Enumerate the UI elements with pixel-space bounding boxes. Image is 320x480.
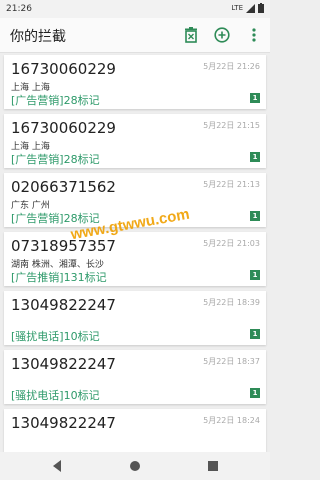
timestamp: 5月22日 21:26 [203, 62, 260, 71]
phone-number: 16730060229 [11, 60, 116, 78]
timestamp: 5月22日 18:24 [203, 416, 260, 425]
count-badge: 1 [250, 388, 260, 398]
timestamp: 5月22日 18:37 [203, 357, 260, 366]
system-nav-bar [0, 452, 270, 480]
mark-tag: [骚扰电话]10标记 [11, 330, 100, 343]
phone-number: 13049822247 [11, 414, 116, 432]
back-icon[interactable] [50, 459, 64, 473]
list-item[interactable]: 13049822247 [骚扰电话]10标记 5月22日 18:37 1 [4, 350, 266, 404]
count-badge: 1 [250, 93, 260, 103]
list-item[interactable]: 13049822247 [骚扰电话]10标记 5月22日 18:39 1 [4, 291, 266, 345]
timestamp: 5月22日 21:03 [203, 239, 260, 248]
more-vert-icon[interactable] [244, 25, 264, 45]
home-icon[interactable] [128, 459, 142, 473]
page-title: 你的拦截 [10, 29, 66, 45]
recents-icon[interactable] [206, 459, 220, 473]
timestamp: 5月22日 21:13 [203, 180, 260, 189]
mark-tag: [广告营销]28标记 [11, 94, 100, 107]
phone-number: 02066371562 [11, 178, 116, 196]
mark-tag: [骚扰电话]10标记 [11, 389, 100, 402]
phone-number: 16730060229 [11, 119, 116, 137]
status-time: 21:26 [6, 4, 32, 14]
list-item[interactable]: 16730060229 上海 上海 [广告营销]28标记 5月22日 21:26… [4, 55, 266, 109]
count-badge: 1 [250, 152, 260, 162]
mark-tag: [广告推销]131标记 [11, 271, 107, 284]
count-badge: 1 [250, 329, 260, 339]
status-icons: LTE [231, 3, 264, 13]
count-badge: 1 [250, 211, 260, 221]
status-bar: 21:26 LTE [0, 0, 270, 18]
network-type: LTE [231, 4, 243, 12]
timestamp: 5月22日 21:15 [203, 121, 260, 130]
timestamp: 5月22日 18:39 [203, 298, 260, 307]
list-item[interactable]: 16730060229 上海 上海 [广告营销]28标记 5月22日 21:15… [4, 114, 266, 168]
mark-tag: [广告营销]28标记 [11, 153, 100, 166]
list-item[interactable]: 07318957357 湖南 株洲、湘潭、长沙 [广告推销]131标记 5月22… [4, 232, 266, 286]
battery-icon [258, 3, 264, 13]
add-circle-icon[interactable] [212, 25, 232, 45]
count-badge: 1 [250, 270, 260, 280]
delete-icon[interactable] [181, 25, 201, 45]
signal-icon [246, 3, 255, 13]
phone-number: 13049822247 [11, 355, 116, 373]
phone-number: 07318957357 [11, 237, 116, 255]
list-item[interactable]: 13049822247 5月22日 18:24 [4, 409, 266, 452]
phone-number: 13049822247 [11, 296, 116, 314]
app-toolbar: 你的拦截 [0, 18, 270, 53]
